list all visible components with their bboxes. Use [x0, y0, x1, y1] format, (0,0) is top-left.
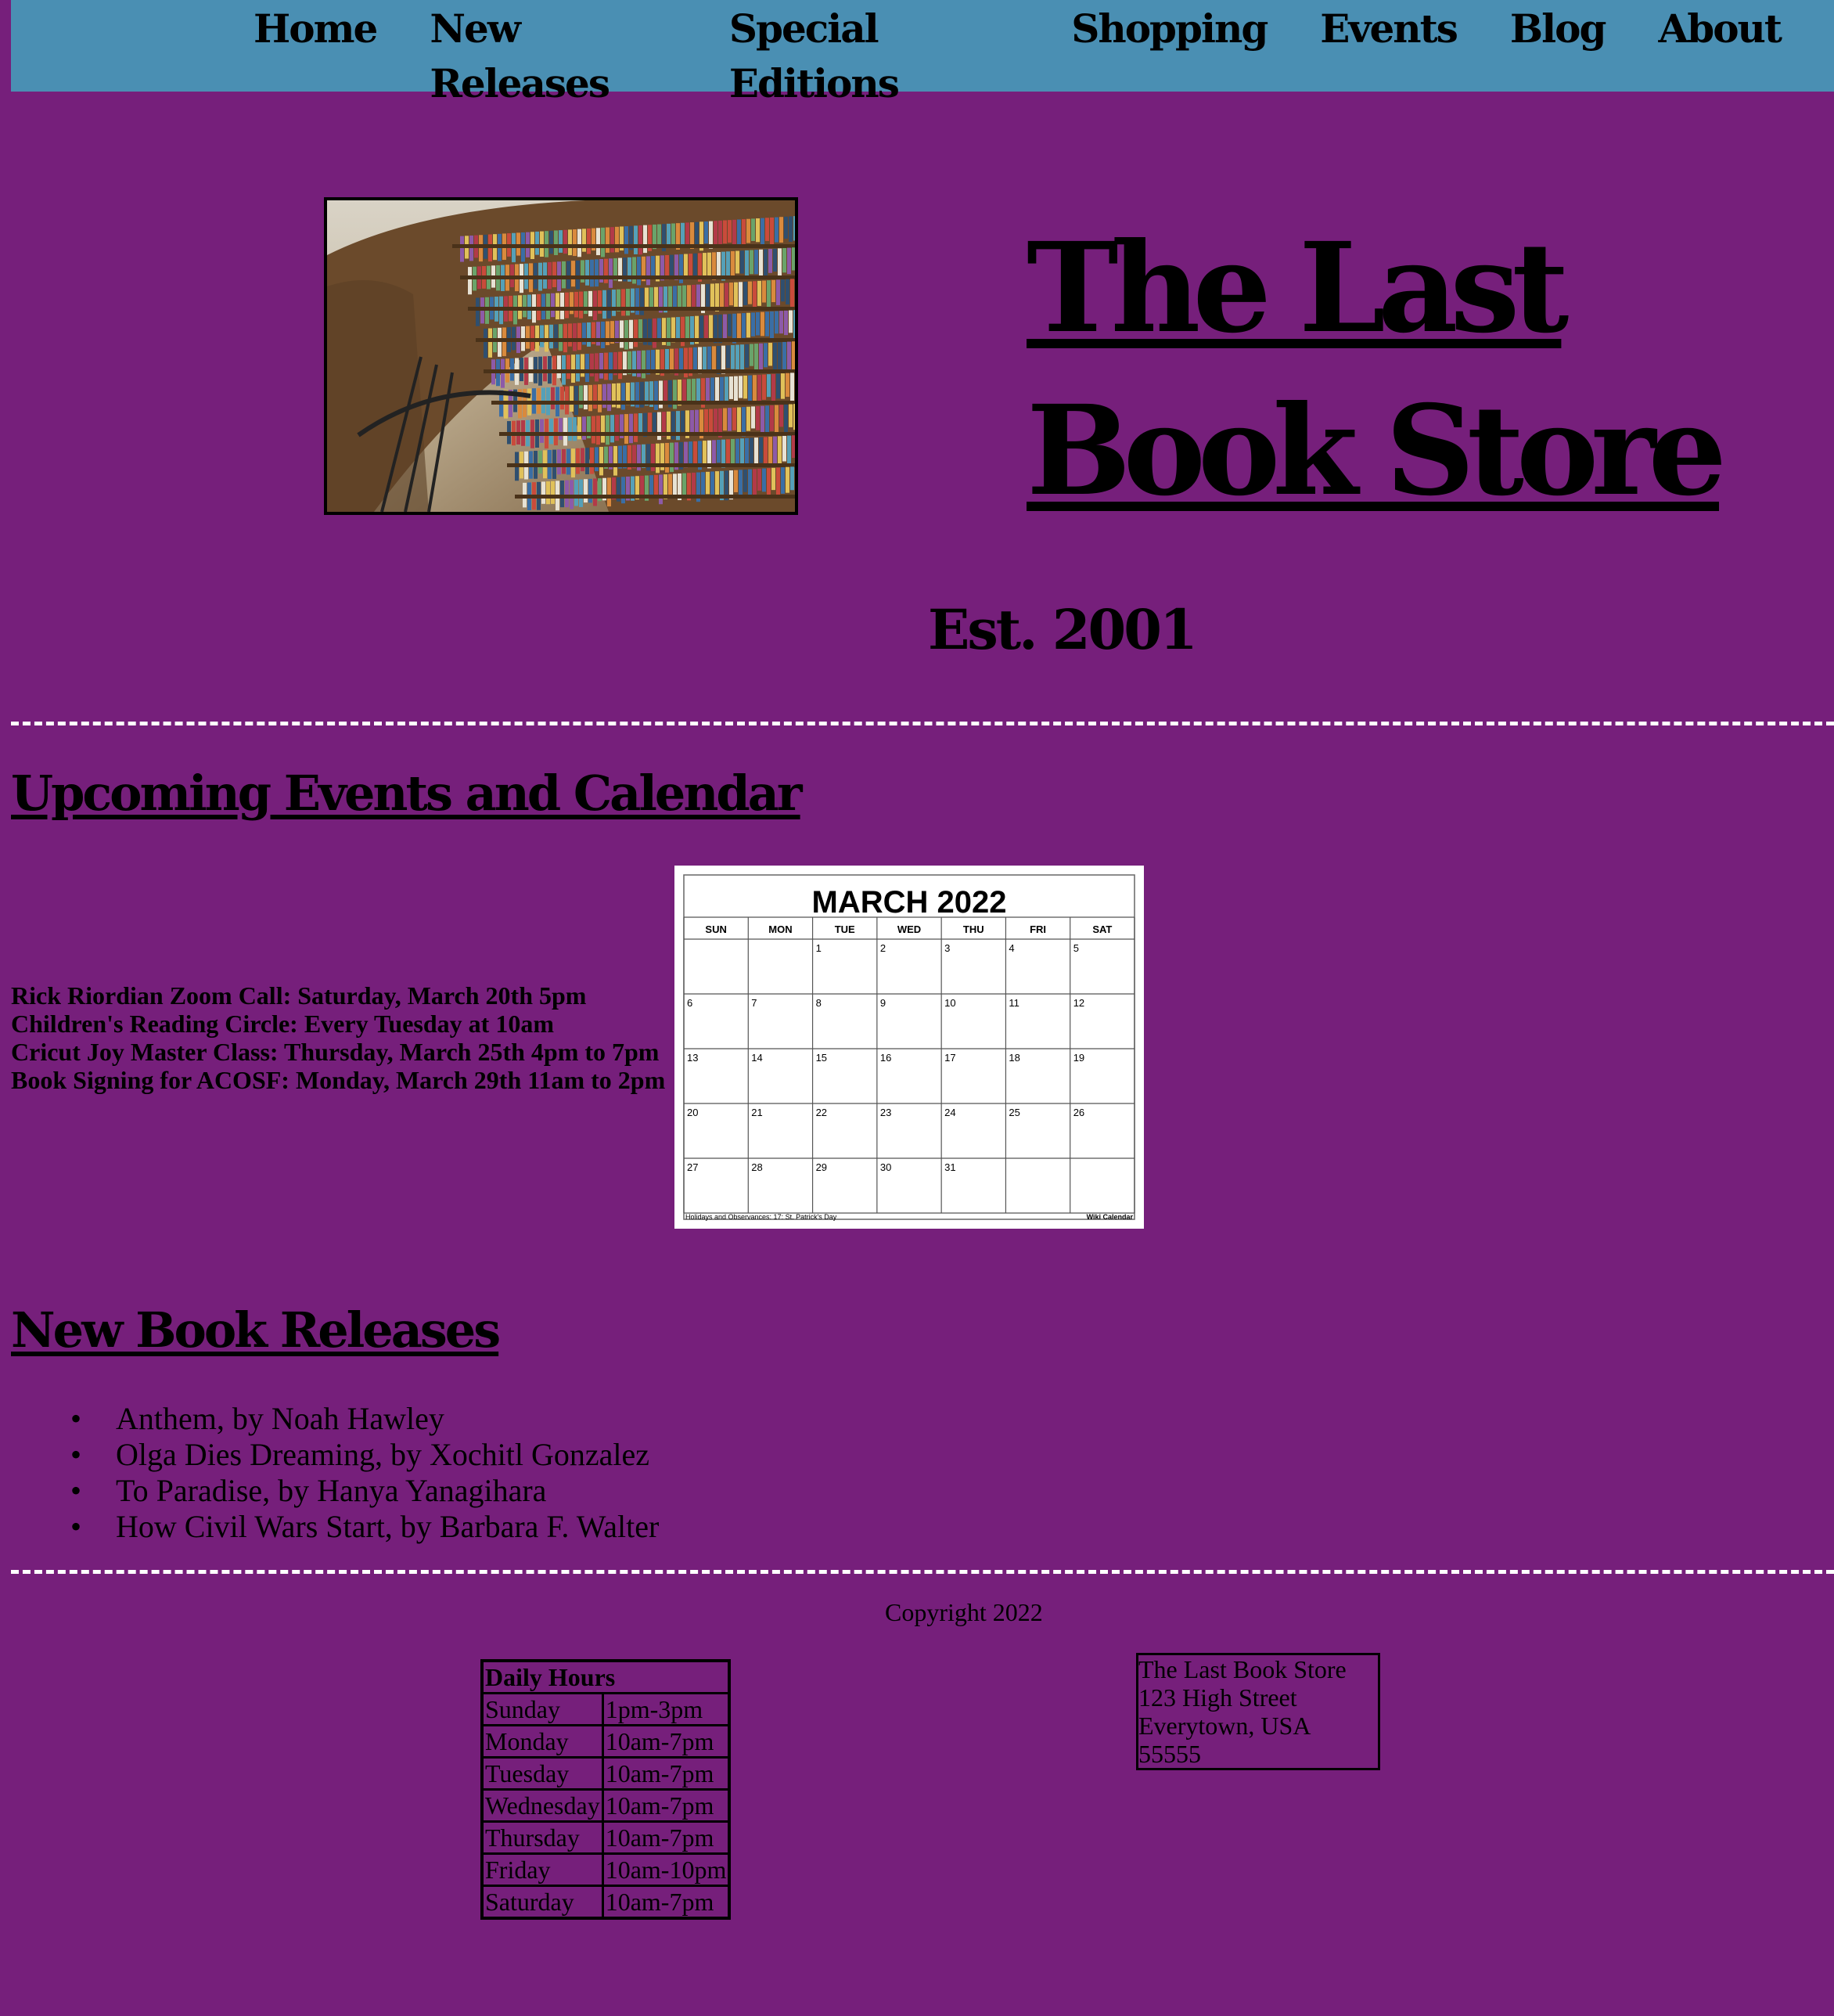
top-nav: Home New Releases Special Editions Shopp…	[11, 0, 1834, 106]
calendar-weekday: SUN	[705, 923, 726, 935]
event-item: Children's Reading Circle: Every Tuesday…	[11, 1010, 554, 1038]
calendar-graphic: MARCH 2022 SUN MON TUE WED THU FRI SAT1 2 3 4 56 7 8…	[683, 874, 1135, 1221]
calendar-day-number: 2	[880, 942, 886, 954]
library-bookshelves-image	[327, 200, 795, 512]
library-photo	[324, 197, 798, 515]
calendar-day-number: 20	[687, 1107, 698, 1118]
calendar-day-number: 13	[687, 1052, 698, 1064]
day-cell: Sunday	[480, 1692, 604, 1726]
march-calendar-image: MARCH 2022 SUN MON TUE WED THU FRI SAT 1 2 3 4 5 6 7 8…	[674, 866, 1144, 1229]
store-title: The Last Book Store	[1027, 216, 1727, 524]
calendar-day-number: 8	[816, 997, 822, 1009]
release-item: To Paradise, by Hanya Yanagihara	[70, 1473, 659, 1509]
address-name: The Last Book Store	[1138, 1655, 1347, 1683]
calendar-day-number: 3	[944, 942, 950, 954]
calendar-day-number: 22	[816, 1107, 827, 1118]
calendar-day-number: 5	[1073, 942, 1079, 954]
calendar-day-number: 19	[1073, 1052, 1084, 1064]
table-row: Monday 10am-7pm	[480, 1724, 731, 1759]
calendar-day-number: 28	[751, 1161, 762, 1173]
calendar-weekday: THU	[963, 923, 984, 935]
calendar-weekday: SAT	[1092, 923, 1112, 935]
calendar-day-number: 9	[880, 997, 886, 1009]
calendar-day-number: 29	[816, 1161, 827, 1173]
day-cell: Thursday	[480, 1820, 604, 1855]
hours-heading: Daily Hours	[480, 1659, 731, 1694]
calendar-day-number: 18	[1009, 1052, 1019, 1064]
release-item: Anthem, by Noah Hawley	[70, 1401, 659, 1437]
day-cell: Monday	[480, 1724, 604, 1759]
calendar-day-number: 21	[751, 1107, 762, 1118]
calendar-title: MARCH 2022	[812, 885, 1007, 920]
events-list: Rick Riordian Zoom Call: Saturday, March…	[11, 981, 665, 1094]
nav-special-editions-link[interactable]: Special Editions	[729, 2, 1018, 111]
copyright-text: Copyright 2022	[885, 1598, 1043, 1626]
calendar-day-number: 6	[687, 997, 692, 1009]
releases-list: Anthem, by Noah Hawley Olga Dies Dreamin…	[70, 1401, 659, 1545]
calendar-day-number: 1	[816, 942, 822, 954]
calendar-footer-left: Holidays and Observances: 17: St. Patric…	[685, 1213, 837, 1221]
store-address: The Last Book Store 123 High Street Ever…	[1136, 1653, 1380, 1770]
calendar-day-number: 31	[944, 1161, 955, 1173]
calendar-day-number: 17	[944, 1052, 955, 1064]
divider	[11, 1570, 1834, 1574]
time-cell: 10am-7pm	[601, 1885, 731, 1920]
event-item: Rick Riordian Zoom Call: Saturday, March…	[11, 981, 587, 1010]
time-cell: 10am-7pm	[601, 1724, 731, 1759]
calendar-day-number: 26	[1073, 1107, 1084, 1118]
calendar-day-number: 10	[944, 997, 955, 1009]
address-street: 123 High Street	[1138, 1683, 1297, 1712]
calendar-weekday: MON	[768, 923, 792, 935]
nav-about-link[interactable]: About	[1658, 2, 1782, 111]
release-item: Olga Dies Dreaming, by Xochitl Gonzalez	[70, 1437, 659, 1473]
table-row: Tuesday 10am-7pm	[480, 1756, 731, 1791]
established-year: Est. 2001	[928, 597, 1198, 662]
table-row: Sunday 1pm-3pm	[480, 1692, 731, 1726]
nav-shopping-link[interactable]: Shopping	[1071, 2, 1268, 111]
calendar-day-number: 11	[1009, 997, 1019, 1009]
table-row: Friday 10am-10pm	[480, 1852, 731, 1887]
nav-blog-link[interactable]: Blog	[1510, 2, 1607, 111]
time-cell: 10am-7pm	[601, 1756, 731, 1791]
calendar-day-number: 23	[880, 1107, 891, 1118]
calendar-day-number: 24	[944, 1107, 955, 1118]
day-cell: Tuesday	[480, 1756, 604, 1791]
calendar-day-number: 16	[880, 1052, 891, 1064]
calendar-day-number: 27	[687, 1161, 698, 1173]
calendar-day-number: 14	[751, 1052, 762, 1064]
event-item: Book Signing for ACOSF: Monday, March 29…	[11, 1066, 666, 1094]
calendar-day-number: 4	[1009, 942, 1014, 954]
address-city: Everytown, USA 55555	[1138, 1712, 1310, 1768]
day-cell: Wednesday	[480, 1788, 604, 1823]
nav-new-releases-link[interactable]: New Releases	[430, 2, 676, 111]
nav-home-link[interactable]: Home	[254, 2, 378, 111]
calendar-weekday: WED	[897, 923, 921, 935]
time-cell: 1pm-3pm	[601, 1692, 731, 1726]
calendar-day-number: 15	[816, 1052, 827, 1064]
calendar-footer-right: Wiki Calendar	[1087, 1213, 1134, 1221]
hours-table: Daily Hours Sunday 1pm-3pm Monday 10am-7…	[480, 1659, 732, 1920]
calendar-day-number: 25	[1009, 1107, 1019, 1118]
event-item: Cricut Joy Master Class: Thursday, March…	[11, 1038, 660, 1066]
table-row: Wednesday 10am-7pm	[480, 1788, 731, 1823]
release-item: How Civil Wars Start, by Barbara F. Walt…	[70, 1509, 659, 1545]
calendar-weekday: FRI	[1030, 923, 1046, 935]
calendar-day-number: 12	[1073, 997, 1084, 1009]
table-row: Thursday 10am-7pm	[480, 1820, 731, 1855]
time-cell: 10am-7pm	[601, 1820, 731, 1855]
releases-heading: New Book Releases	[11, 1301, 501, 1359]
calendar-day-number: 30	[880, 1161, 891, 1173]
calendar-weekday: TUE	[835, 923, 855, 935]
time-cell: 10am-7pm	[601, 1788, 731, 1823]
calendar-day-number: 7	[751, 997, 757, 1009]
time-cell: 10am-10pm	[601, 1852, 731, 1887]
events-heading: Upcoming Events and Calendar	[11, 765, 803, 822]
divider	[11, 722, 1834, 725]
day-cell: Saturday	[480, 1885, 604, 1920]
table-row: Saturday 10am-7pm	[480, 1885, 731, 1920]
hours-header-row: Daily Hours	[480, 1659, 731, 1694]
nav-menu: Home New Releases Special Editions Shopp…	[254, 2, 1834, 111]
nav-events-link[interactable]: Events	[1320, 2, 1458, 111]
day-cell: Friday	[480, 1852, 604, 1887]
